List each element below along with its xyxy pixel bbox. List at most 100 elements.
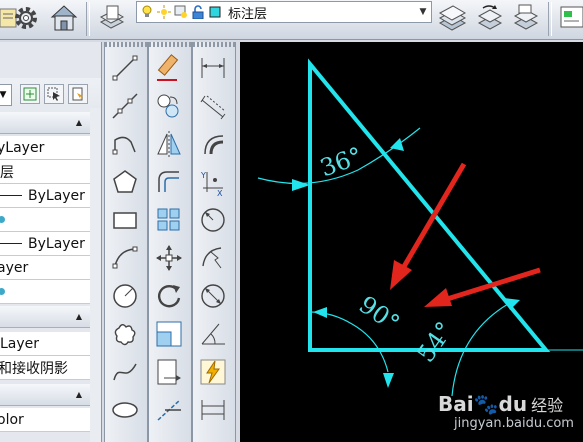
collapse-arrow-icon[interactable]: ▲	[76, 312, 82, 321]
diameter-dim-icon[interactable]	[197, 280, 229, 312]
erase-icon[interactable]	[153, 52, 185, 84]
polygon-icon[interactable]	[109, 166, 141, 198]
chevron-down-icon[interactable]: ▼	[0, 90, 6, 100]
sun-icon[interactable]	[156, 5, 171, 20]
property-value: olor	[0, 411, 24, 428]
baidu-logo: Bai🐾du	[438, 392, 527, 416]
select-objects-icon[interactable]	[44, 84, 64, 104]
lineweight-sample	[0, 243, 22, 244]
revcloud-icon[interactable]	[109, 318, 141, 350]
scale-icon[interactable]	[153, 318, 185, 350]
mirror-icon[interactable]	[153, 128, 185, 160]
lock-icon[interactable]	[190, 5, 205, 20]
draw-toolbar	[104, 42, 148, 442]
property-row[interactable]: ByLayer	[0, 232, 90, 256]
color-swatch-icon[interactable]	[207, 5, 222, 20]
circle-icon[interactable]	[109, 280, 141, 312]
construction-line-icon[interactable]	[109, 90, 141, 122]
arc-icon[interactable]	[109, 242, 141, 274]
baseline-dim-icon[interactable]	[197, 394, 229, 426]
current-layer-name: 标注层	[228, 6, 268, 22]
modify-toolbar	[148, 42, 192, 442]
red-arrow	[443, 267, 541, 303]
property-value: ByLayer	[28, 187, 85, 204]
section-header-plot[interactable]: ▲	[0, 384, 90, 406]
rectangle-icon[interactable]	[109, 204, 141, 236]
linetype-sample	[0, 195, 22, 196]
polyline-icon[interactable]	[109, 128, 141, 160]
dim-arrowhead	[292, 179, 310, 191]
layer-properties-icon[interactable]	[556, 2, 583, 34]
lightbulb-icon[interactable]	[139, 5, 154, 20]
move-icon[interactable]	[153, 242, 185, 274]
dim-arrowhead	[383, 373, 394, 388]
toolbar-separator	[86, 2, 90, 36]
property-row[interactable]: ByLayer	[0, 184, 90, 208]
viewport-freeze-icon[interactable]	[173, 5, 188, 20]
collapse-arrow-icon[interactable]: ▲	[76, 118, 82, 127]
red-arrow	[399, 162, 467, 272]
toolbar-grip[interactable]	[193, 42, 235, 47]
property-row[interactable]	[0, 208, 90, 232]
property-value: yLayer	[0, 139, 45, 156]
quick-dim-icon[interactable]	[197, 356, 229, 388]
object-type-dropdown[interactable]: ▼	[0, 84, 12, 106]
property-value: ByLayer	[28, 235, 85, 252]
stretch-icon[interactable]	[153, 356, 185, 388]
property-row[interactable]: yLayer	[0, 136, 90, 160]
property-row[interactable]: Layer	[0, 332, 90, 356]
svg-text:X: X	[217, 189, 223, 196]
toolbar-grip[interactable]	[105, 42, 147, 47]
section-header-3d[interactable]: ▲	[0, 306, 90, 328]
dim-arrowhead	[313, 307, 327, 318]
property-value: ayer	[0, 259, 29, 276]
layer-dropdown[interactable]: 标注层 ▼	[136, 1, 432, 23]
drawing-canvas[interactable]: 36° 90° 54°	[240, 42, 583, 442]
copy-icon[interactable]	[153, 90, 185, 122]
property-value: 和接收阴影	[0, 360, 68, 377]
toolbar-separator	[548, 2, 552, 36]
property-row[interactable]: 层	[0, 160, 90, 184]
array-icon[interactable]	[153, 204, 185, 236]
layer-state-icon[interactable]	[436, 2, 468, 34]
spline-icon[interactable]	[109, 356, 141, 388]
triangle-drawing	[257, 58, 583, 397]
collapse-arrow-icon[interactable]: ▲	[76, 390, 82, 399]
thickness-icon	[0, 288, 5, 295]
home-icon[interactable]	[48, 2, 80, 34]
aligned-dim-icon[interactable]	[197, 90, 229, 122]
properties-palette: ▼ ▲ yLayer 层 ByLayer ByLayer ayer ▲ Laye…	[0, 42, 102, 442]
paw-icon: 🐾	[473, 392, 499, 416]
linear-dim-icon[interactable]	[197, 52, 229, 84]
red-arrow-head	[424, 288, 452, 307]
layer-window-icon[interactable]	[510, 2, 542, 34]
property-row[interactable]	[0, 280, 90, 304]
settings-gear-icon[interactable]	[10, 2, 42, 34]
watermark-url: jingyan.baidu.com	[454, 416, 574, 431]
toggle-pickadd-icon[interactable]	[20, 84, 40, 104]
linetype-scale-icon	[0, 216, 5, 223]
ellipse-icon[interactable]	[109, 394, 141, 426]
layer-manager-icon[interactable]	[96, 2, 128, 34]
chevron-down-icon[interactable]: ▼	[415, 7, 431, 17]
dimension-toolbar: YX	[192, 42, 236, 442]
radius-dim-icon[interactable]	[197, 204, 229, 236]
property-row[interactable]: 和接收阴影	[0, 356, 90, 380]
property-row[interactable]: ayer	[0, 256, 90, 280]
toolbar-grip[interactable]	[149, 42, 191, 47]
trim-icon[interactable]	[153, 394, 185, 426]
red-arrow-head	[390, 260, 412, 290]
section-header-general[interactable]: ▲	[0, 112, 90, 134]
top-toolbar: 标注层 ▼	[0, 0, 583, 40]
quick-select-icon[interactable]	[68, 84, 88, 104]
offset-icon[interactable]	[153, 166, 185, 198]
property-row[interactable]: olor	[0, 408, 90, 432]
line-icon[interactable]	[109, 52, 141, 84]
palette-scrollbar[interactable]	[90, 108, 101, 442]
ordinate-dim-icon[interactable]: YX	[197, 166, 229, 198]
angular-dim-icon[interactable]	[197, 318, 229, 350]
jogged-dim-icon[interactable]	[197, 242, 229, 274]
layer-match-icon[interactable]	[474, 2, 506, 34]
arc-length-icon[interactable]	[197, 128, 229, 160]
rotate-icon[interactable]	[153, 280, 185, 312]
